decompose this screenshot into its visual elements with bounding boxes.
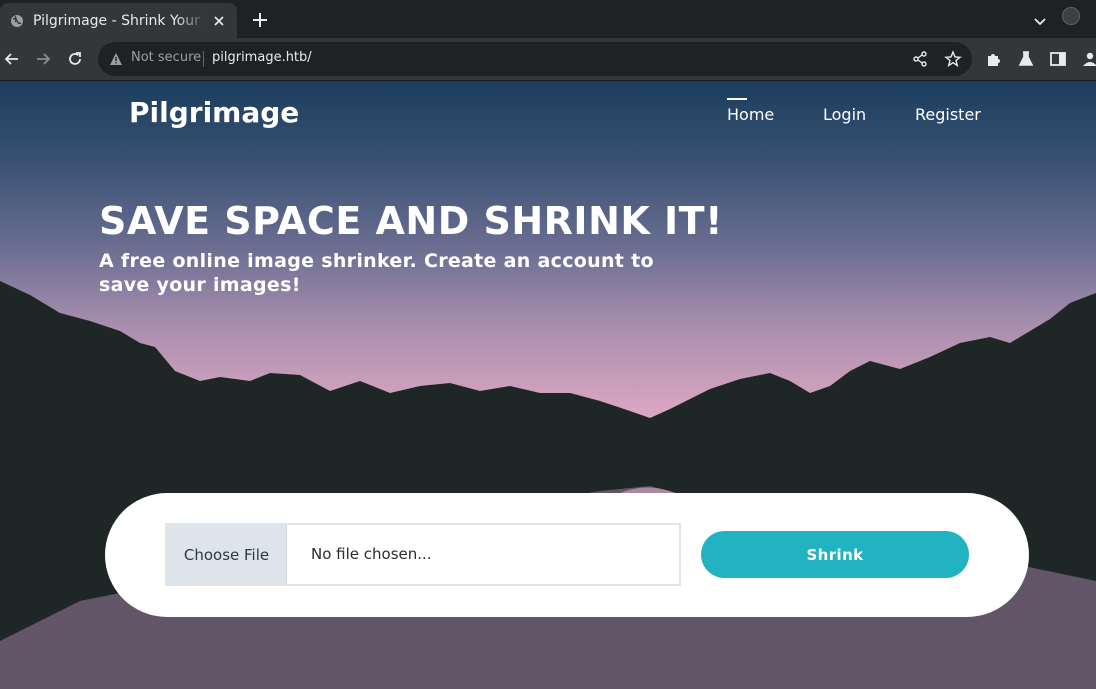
nav-register[interactable]: Register [915, 105, 981, 124]
upload-card: Choose File No file chosen... Shrink [105, 493, 1029, 617]
site-logo[interactable]: Pilgrimage [129, 96, 299, 129]
browser-toolbar: Not secure pilgrimage.htb/ [0, 38, 1096, 81]
address-bar[interactable]: Not secure pilgrimage.htb/ [98, 42, 972, 76]
star-icon[interactable] [944, 50, 962, 68]
url-text[interactable]: pilgrimage.htb/ [212, 50, 312, 65]
plus-icon[interactable] [250, 10, 270, 30]
hero-subtitle: A free online image shrinker. Create an … [99, 250, 654, 296]
choose-file-button[interactable]: Choose File [167, 525, 287, 584]
warning-icon[interactable] [109, 52, 123, 66]
browser-tab[interactable]: Pilgrimage - Shrink Your Images [0, 3, 237, 38]
file-status-label: No file chosen... [311, 545, 432, 563]
close-icon[interactable] [211, 13, 227, 29]
divider [203, 51, 204, 67]
nav-home[interactable]: Home [727, 98, 774, 124]
chevron-down-icon[interactable] [1031, 12, 1049, 30]
forward-arrow-icon[interactable] [33, 49, 53, 69]
hero-title: SAVE SPACE AND SHRINK IT! [99, 199, 723, 243]
globe-icon [10, 14, 24, 28]
nav-login[interactable]: Login [823, 105, 866, 124]
sidebar-icon[interactable] [1048, 49, 1068, 69]
shrink-button[interactable]: Shrink [701, 531, 969, 578]
tab-title: Pilgrimage - Shrink Your Images [33, 12, 207, 29]
page-viewport: Pilgrimage Home Login Register SAVE SPAC… [0, 81, 1096, 689]
flask-icon[interactable] [1016, 49, 1036, 69]
window-control[interactable] [1062, 7, 1080, 25]
share-icon[interactable] [911, 50, 929, 68]
reload-icon[interactable] [65, 49, 85, 69]
person-icon[interactable] [1080, 49, 1096, 69]
security-label[interactable]: Not secure [131, 50, 201, 65]
puzzle-icon[interactable] [984, 49, 1004, 69]
back-arrow-icon[interactable] [2, 49, 22, 69]
file-input[interactable]: Choose File No file chosen... [165, 523, 681, 586]
tab-strip: Pilgrimage - Shrink Your Images [0, 0, 1096, 38]
